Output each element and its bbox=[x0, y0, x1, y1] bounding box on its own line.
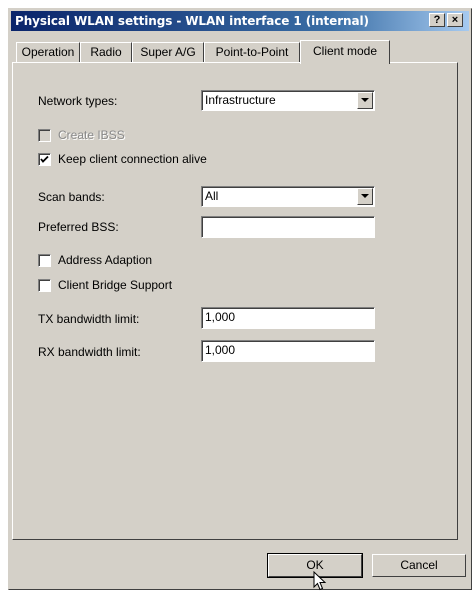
scan-bands-value: All bbox=[205, 189, 219, 203]
create-ibss-label: Create IBSS bbox=[58, 128, 125, 142]
keep-alive-label: Keep client connection alive bbox=[58, 152, 207, 166]
rx-limit-label: RX bandwidth limit: bbox=[38, 345, 141, 359]
network-types-label: Network types: bbox=[38, 94, 118, 108]
window-title: Physical WLAN settings - WLAN interface … bbox=[15, 14, 369, 28]
chevron-down-icon bbox=[361, 98, 369, 102]
preferred-bss-label: Preferred BSS: bbox=[38, 220, 119, 234]
rx-limit-input[interactable]: 1,000 bbox=[201, 340, 375, 362]
chevron-down-icon bbox=[361, 194, 369, 198]
address-adaption-label: Address Adaption bbox=[58, 253, 153, 267]
cancel-button[interactable]: Cancel bbox=[372, 554, 466, 577]
checkmark-icon bbox=[40, 155, 49, 163]
keep-alive-checkbox[interactable] bbox=[38, 153, 51, 166]
tx-limit-input[interactable]: 1,000 bbox=[201, 307, 375, 329]
client-bridge-checkbox[interactable] bbox=[38, 279, 51, 292]
client-bridge-label: Client Bridge Support bbox=[58, 278, 173, 292]
mouse-cursor-icon bbox=[313, 571, 327, 591]
title-bar[interactable]: Physical WLAN settings - WLAN interface … bbox=[11, 11, 469, 31]
preferred-bss-input[interactable] bbox=[201, 216, 375, 238]
network-types-dropdown-button[interactable] bbox=[357, 92, 373, 109]
scan-bands-label: Scan bands: bbox=[38, 190, 105, 204]
close-button[interactable]: × bbox=[447, 13, 463, 27]
network-types-value: Infrastructure bbox=[205, 93, 276, 107]
help-button[interactable]: ? bbox=[429, 13, 445, 27]
tab-radio[interactable]: Radio bbox=[80, 42, 132, 62]
scan-bands-select[interactable]: All bbox=[201, 186, 375, 207]
network-types-select[interactable]: Infrastructure bbox=[201, 90, 375, 111]
tab-point-to-point[interactable]: Point-to-Point bbox=[204, 42, 300, 62]
tx-limit-label: TX bandwidth limit: bbox=[38, 312, 140, 326]
create-ibss-checkbox[interactable] bbox=[38, 129, 51, 142]
tab-super-ag[interactable]: Super A/G bbox=[132, 42, 204, 62]
scan-bands-dropdown-button[interactable] bbox=[357, 188, 373, 205]
address-adaption-checkbox[interactable] bbox=[38, 254, 51, 267]
tab-operation[interactable]: Operation bbox=[16, 42, 80, 62]
tab-client-mode[interactable]: Client mode bbox=[300, 40, 390, 64]
